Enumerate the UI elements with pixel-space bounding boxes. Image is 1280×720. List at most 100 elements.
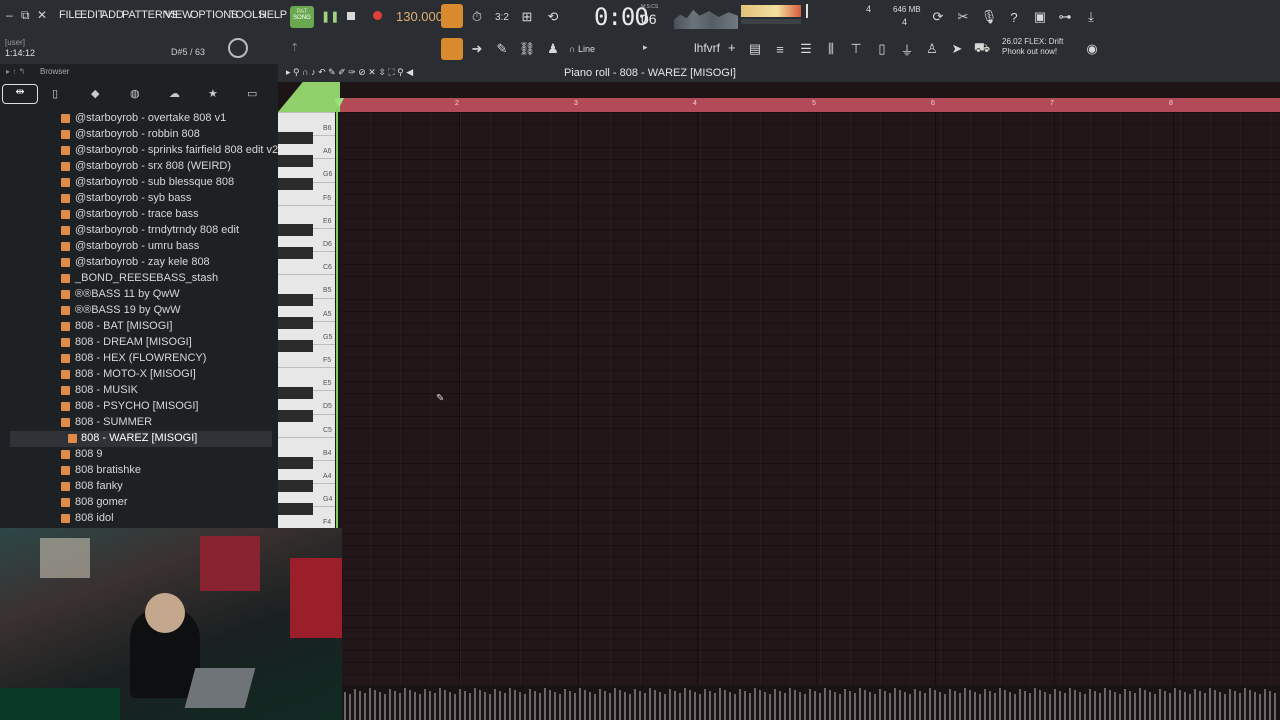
channel-rack-icon[interactable]: ≡: [770, 39, 790, 59]
velocity-bar[interactable]: [1189, 694, 1191, 720]
velocity-bar[interactable]: [829, 690, 831, 720]
velocity-bar[interactable]: [894, 688, 896, 720]
midi-icon[interactable]: ⊶: [1055, 7, 1075, 27]
velocity-bar[interactable]: [649, 688, 651, 720]
browser-item[interactable]: @starboyrob - zay kele 808: [0, 255, 278, 271]
velocity-bar[interactable]: [929, 688, 931, 720]
piano-roll-button[interactable]: [441, 38, 463, 60]
velocity-bar[interactable]: [1094, 691, 1096, 720]
velocity-bar[interactable]: [559, 694, 561, 720]
browser-item[interactable]: @starboyrob - syb bass: [0, 191, 278, 207]
velocity-bar[interactable]: [619, 690, 621, 720]
velocity-bar[interactable]: [989, 691, 991, 720]
velocity-bar[interactable]: [1139, 688, 1141, 720]
velocity-bar[interactable]: [909, 694, 911, 720]
browser-item[interactable]: 808 gomer: [0, 495, 278, 511]
master-pitch[interactable]: [741, 19, 801, 24]
velocity-bar[interactable]: [374, 690, 376, 720]
browser-item[interactable]: 808 - SUMMER: [0, 415, 278, 431]
restore-icon[interactable]: ⧉: [21, 8, 30, 23]
mic-icon[interactable]: 🎙: [979, 7, 999, 27]
browser-item[interactable]: @starboyrob - umru bass: [0, 239, 278, 255]
velocity-bar[interactable]: [889, 693, 891, 720]
velocity-bar[interactable]: [934, 690, 936, 720]
velocity-bar[interactable]: [479, 690, 481, 720]
wait-icon[interactable]: ⏱: [467, 7, 487, 27]
velocity-bar[interactable]: [969, 690, 971, 720]
velocity-bar[interactable]: [784, 693, 786, 720]
piano-keyboard[interactable]: B6 A6 G6 F6 E6 D6 C6 B5 A5 G5 F5 E5 D5 C5 B4 A4 G4 F4: [278, 112, 335, 528]
velocity-bar[interactable]: [979, 694, 981, 720]
velocity-bar[interactable]: [864, 690, 866, 720]
velocity-bar[interactable]: [999, 688, 1001, 720]
velocity-bar[interactable]: [1164, 691, 1166, 720]
browser-item[interactable]: 808 - BAT [MISOGI]: [0, 319, 278, 335]
help-icon[interactable]: ?: [1004, 7, 1024, 27]
person-icon[interactable]: ♙: [922, 39, 942, 59]
velocity-bar[interactable]: [994, 693, 996, 720]
velocity-bar[interactable]: [1264, 689, 1266, 720]
velocity-bar[interactable]: [494, 689, 496, 720]
velocity-bar[interactable]: [914, 689, 916, 720]
black-key[interactable]: [278, 155, 313, 167]
velocity-bar[interactable]: [369, 688, 371, 720]
velocity-bar[interactable]: [1064, 693, 1066, 720]
velocity-bar[interactable]: [604, 691, 606, 720]
velocity-bar[interactable]: [1174, 688, 1176, 720]
velocity-bar[interactable]: [834, 692, 836, 720]
velocity-bar[interactable]: [549, 690, 551, 720]
black-key[interactable]: [278, 294, 313, 306]
browser-item[interactable]: ®®BASS 19 by QwW: [0, 303, 278, 319]
velocity-bar[interactable]: [704, 689, 706, 720]
browser-item[interactable]: 808 - MOTO-X [MISOGI]: [0, 367, 278, 383]
loop-record-icon[interactable]: ⟲: [543, 7, 563, 27]
browser-item[interactable]: 808 - PSYCHO [MISOGI]: [0, 399, 278, 415]
arrow-right-icon[interactable]: ➜: [467, 39, 487, 59]
velocity-bar[interactable]: [1099, 693, 1101, 720]
velocity-bar[interactable]: [1274, 693, 1276, 720]
velocity-bar[interactable]: [1019, 689, 1021, 720]
velocity-bar[interactable]: [1054, 689, 1056, 720]
velocity-bar[interactable]: [1039, 690, 1041, 720]
velocity-bar[interactable]: [634, 689, 636, 720]
velocity-bar[interactable]: [1104, 688, 1106, 720]
browser-plugin-icon[interactable]: ◆: [91, 87, 99, 100]
timeline-ruler[interactable]: 2 3 4 5 6 7 8: [340, 98, 1280, 112]
velocity-bar[interactable]: [1204, 693, 1206, 720]
tree-icon[interactable]: ⊤: [846, 39, 866, 59]
velocity-bar[interactable]: [464, 691, 466, 720]
velocity-bar[interactable]: [954, 691, 956, 720]
snap-select[interactable]: ∩ Line: [569, 44, 595, 54]
browser-item[interactable]: @starboyrob - robbin 808: [0, 127, 278, 143]
velocity-bar[interactable]: [1144, 690, 1146, 720]
browser-nav-icon[interactable]: ▸ ↑ ↰: [6, 67, 25, 76]
save-icon[interactable]: ▣: [1030, 7, 1050, 27]
browser-item[interactable]: 808 - DREAM [MISOGI]: [0, 335, 278, 351]
velocity-bar[interactable]: [354, 689, 356, 720]
velocity-bar[interactable]: [1049, 694, 1051, 720]
velocity-bar[interactable]: [964, 688, 966, 720]
menu-view[interactable]: VIEW: [165, 9, 193, 21]
stop-button[interactable]: [347, 12, 355, 20]
browser-item[interactable]: ®®BASS 11 by QwW: [0, 287, 278, 303]
velocity-bar[interactable]: [364, 693, 366, 720]
velocity-bar[interactable]: [429, 691, 431, 720]
velocity-bar[interactable]: [584, 690, 586, 720]
velocity-bar[interactable]: [779, 691, 781, 720]
velocity-bar[interactable]: [1079, 692, 1081, 720]
velocity-bar[interactable]: [414, 692, 416, 720]
velocity-bar[interactable]: [444, 690, 446, 720]
velocity-bar[interactable]: [504, 693, 506, 720]
velocity-bar[interactable]: [844, 689, 846, 720]
link-icon[interactable]: ⛓: [517, 39, 537, 59]
velocity-bar[interactable]: [579, 688, 581, 720]
velocity-bar[interactable]: [1074, 690, 1076, 720]
title-arrow-icon[interactable]: ›: [733, 68, 736, 77]
velocity-bar[interactable]: [1024, 691, 1026, 720]
browser-item[interactable]: 808 - WAREZ [MISOGI]: [10, 431, 272, 447]
velocity-bar[interactable]: [469, 693, 471, 720]
black-key[interactable]: [278, 387, 313, 399]
velocity-bar[interactable]: [919, 691, 921, 720]
browser-globe-icon[interactable]: ◍: [130, 87, 140, 100]
play-button[interactable]: ❚❚: [321, 10, 339, 23]
